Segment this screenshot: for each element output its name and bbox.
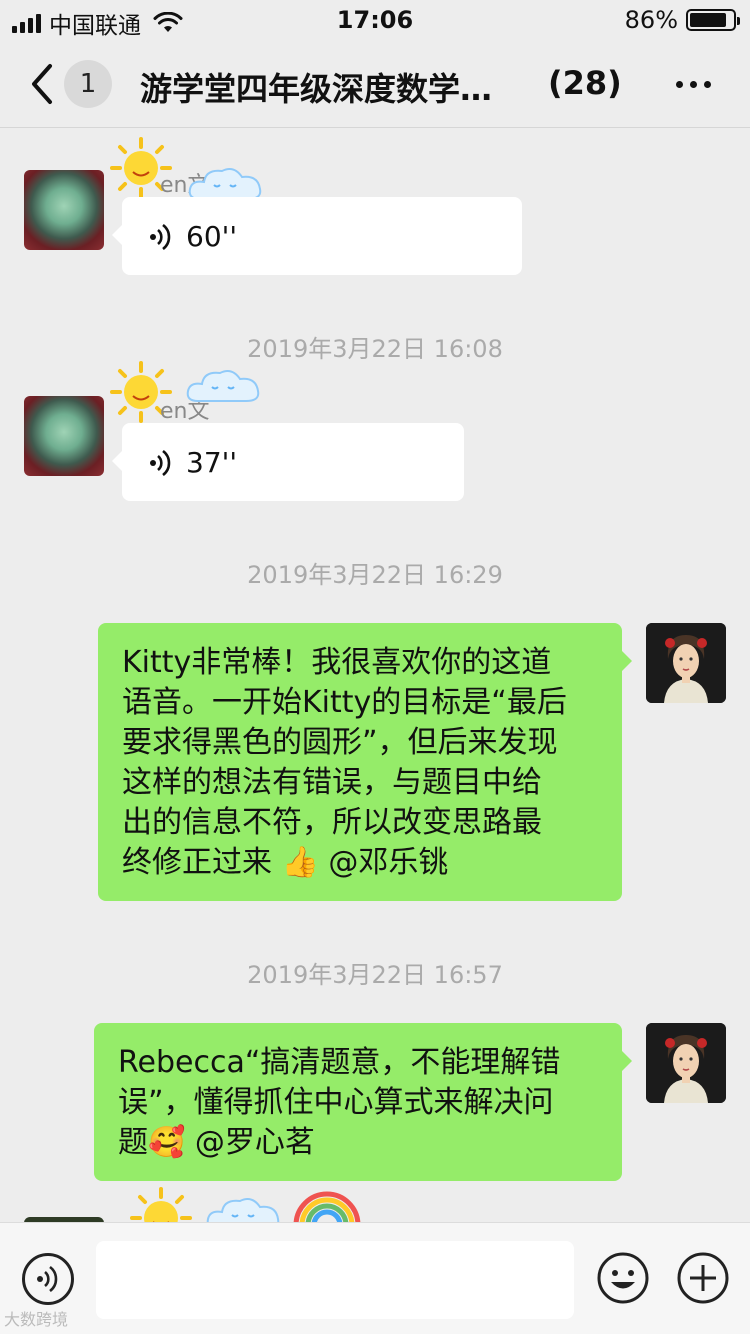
message-input[interactable]	[96, 1241, 574, 1319]
message-line: 要求得黑色的圆形”，但后来发现	[122, 725, 558, 760]
sun-sticker-icon	[130, 1187, 192, 1222]
more-actions-plus-icon[interactable]	[676, 1251, 730, 1305]
my-avatar[interactable]	[646, 623, 726, 703]
chat-title: 游学堂四年级深度数学…	[140, 70, 493, 108]
voice-wave-icon	[37, 1265, 58, 1293]
input-toolbar	[0, 1222, 750, 1334]
sender-avatar[interactable]	[24, 396, 104, 476]
cloud-sticker-icon	[186, 370, 260, 402]
voice-message-bubble[interactable]: 60''	[112, 197, 522, 275]
message-line: 这样的想法有错误，与题目中给	[122, 765, 542, 800]
dot-icon	[690, 80, 697, 88]
message-timestamp: 2019年3月22日 16:29	[247, 561, 503, 589]
message-line: Kitty非常棒！我很喜欢你的这道	[122, 645, 552, 680]
message-line: Rebecca“搞清题意，不能理解错	[118, 1045, 561, 1080]
emoji-button-icon[interactable]	[596, 1251, 650, 1305]
chat-header: 1 游学堂四年级深度数学… (28)	[0, 40, 750, 128]
message-line: 误”，懂得抓住中心算式来解决问	[118, 1085, 554, 1120]
battery-icon	[686, 9, 740, 31]
text-message-bubble[interactable]: Rebecca“搞清题意，不能理解错 误”，懂得抓住中心算式来解决问 题🥰 @罗…	[94, 1023, 632, 1181]
back-chevron-icon[interactable]	[22, 62, 62, 106]
message-line: 题🥰 @罗心茗	[118, 1125, 315, 1160]
more-options-button[interactable]	[676, 70, 716, 98]
message-line: 语音。一开始Kitty的目标是“最后	[122, 685, 567, 720]
voice-message-bubble[interactable]: 37''	[112, 423, 464, 501]
rainbow-sticker-icon	[293, 1191, 361, 1222]
cloud-sticker-icon	[206, 1198, 280, 1222]
watermark: 大数跨境	[4, 1310, 69, 1329]
message-timestamp: 2019年3月22日 16:57	[247, 961, 503, 989]
message-line: 出的信息不符，所以改变思路最	[122, 805, 542, 840]
unread-count-badge[interactable]: 1	[64, 60, 112, 108]
status-right: 86%	[624, 6, 740, 34]
message-list[interactable]: en文 60'' 2019年3月22日 16:08 en文 37'' 2019年…	[0, 129, 750, 1222]
status-bar: 中国联通 17:06 86%	[0, 0, 750, 40]
voice-wave-icon	[150, 223, 171, 251]
voice-duration: 37''	[186, 446, 238, 479]
girl-portrait-icon	[646, 1023, 726, 1103]
my-avatar[interactable]	[646, 1023, 726, 1103]
dot-icon	[704, 80, 711, 88]
dot-icon	[676, 80, 683, 88]
voice-input-button[interactable]	[22, 1253, 74, 1305]
message-timestamp: 2019年3月22日 16:08	[247, 335, 503, 363]
voice-wave-icon	[150, 449, 171, 477]
battery-percent: 86%	[624, 6, 678, 34]
voice-duration: 60''	[186, 220, 238, 253]
message-line: 终修正过来 👍 @邓乐铫	[122, 845, 449, 880]
text-message-bubble[interactable]: Kitty非常棒！我很喜欢你的这道 语音。一开始Kitty的目标是“最后 要求得…	[98, 623, 632, 901]
sender-avatar[interactable]	[24, 170, 104, 250]
member-count: (28)	[548, 64, 622, 102]
battery-fill	[690, 13, 727, 27]
girl-portrait-icon	[646, 623, 726, 703]
